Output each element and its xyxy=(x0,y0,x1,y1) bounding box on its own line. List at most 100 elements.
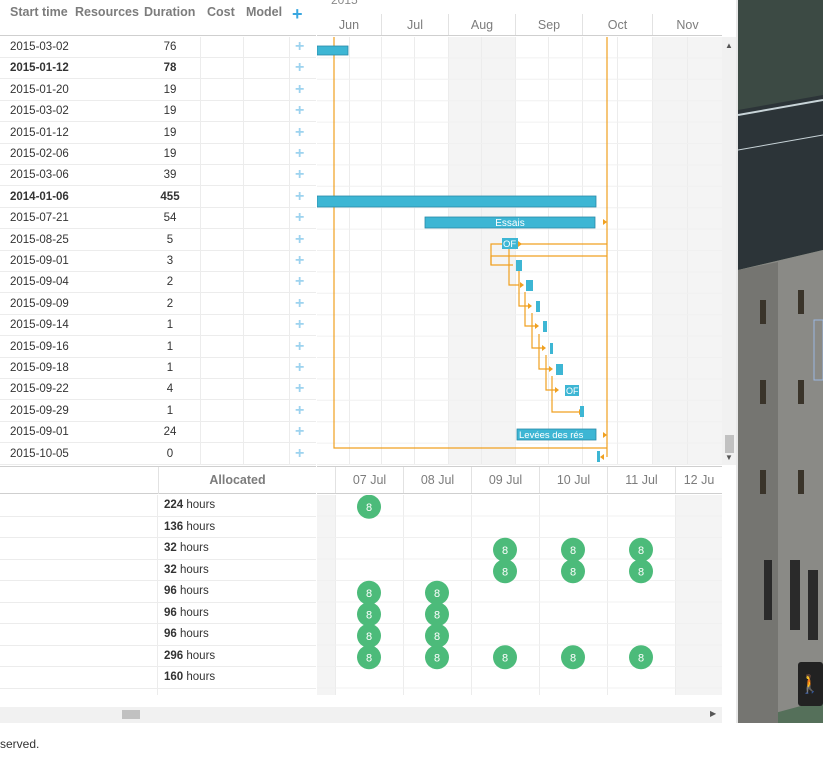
add-subtask-button[interactable]: + xyxy=(295,423,304,441)
add-subtask-button[interactable]: + xyxy=(295,166,304,184)
gantt-vertical-scrollbar[interactable]: ▲ ▼ xyxy=(722,37,736,465)
allocated-hours: 160 hours xyxy=(164,671,216,683)
table-row[interactable]: 2015-09-29 1 + xyxy=(0,401,316,422)
table-row[interactable]: 2015-09-14 1 + xyxy=(0,315,316,337)
task-label-essais: Essais xyxy=(495,218,524,229)
resource-row[interactable]: 160 hours xyxy=(0,667,316,689)
task-bar[interactable] xyxy=(580,406,584,417)
table-row[interactable]: 2014-01-06 455 + xyxy=(0,187,316,208)
resource-histogram[interactable]: 8 8 8 8 8 8 8 8 8 8 8 8 8 8 8 8 8 8 xyxy=(317,495,722,695)
add-subtask-button[interactable]: + xyxy=(295,209,304,227)
task-bar[interactable] xyxy=(556,364,563,375)
table-row[interactable]: 2015-01-20 19 + xyxy=(0,80,316,101)
task-bar[interactable] xyxy=(597,451,600,462)
gantt-chart-area[interactable]: Essais OF OF Levées des rés xyxy=(317,37,722,465)
table-row[interactable]: 2015-09-16 1 + xyxy=(0,337,316,358)
add-subtask-button[interactable]: + xyxy=(295,102,304,120)
resource-row[interactable]: 32 hours xyxy=(0,560,316,581)
add-subtask-button[interactable]: + xyxy=(295,380,304,398)
table-row[interactable]: 2015-09-09 2 + xyxy=(0,294,316,315)
add-subtask-button[interactable]: + xyxy=(295,231,304,249)
add-subtask-button[interactable]: + xyxy=(295,295,304,313)
resources-cell: 1 xyxy=(166,319,174,332)
table-row[interactable]: 2015-09-18 1 + xyxy=(0,358,316,379)
resources-cell: 1 xyxy=(166,362,174,374)
add-subtask-button[interactable]: + xyxy=(295,81,304,99)
start-time-cell: 2015-03-02 xyxy=(10,41,69,53)
add-subtask-button[interactable]: + xyxy=(295,59,304,77)
allocation-value: 8 xyxy=(366,502,372,514)
start-time-cell: 2014-01-06 xyxy=(10,190,69,203)
scrollbar-thumb[interactable] xyxy=(725,435,734,453)
start-time-cell: 2015-09-01 xyxy=(10,255,69,267)
resource-row[interactable]: 96 hours xyxy=(0,581,316,603)
resource-row[interactable]: 136 hours xyxy=(0,517,316,538)
resource-row[interactable]: 96 hours xyxy=(0,624,316,646)
table-row[interactable]: 2015-09-01 3 + xyxy=(0,251,316,272)
start-time-cell: 2015-01-12 xyxy=(10,126,69,139)
column-header-start-time[interactable]: Start time xyxy=(10,0,74,36)
add-subtask-button[interactable]: + xyxy=(295,252,304,270)
scroll-right-arrow-icon[interactable]: ▶ xyxy=(710,709,716,718)
column-header-cost[interactable]: Cost xyxy=(207,0,241,36)
add-subtask-button[interactable]: + xyxy=(295,338,304,356)
start-time-cell: 2015-03-02 xyxy=(10,105,69,118)
add-subtask-button[interactable]: + xyxy=(295,316,304,334)
resource-row[interactable]: 96 hours xyxy=(0,603,316,624)
timeline-header: 2015 Jun Jul Aug Sep Oct Nov xyxy=(317,0,722,36)
table-row[interactable]: 2015-08-25 5 + xyxy=(0,230,316,251)
scroll-up-arrow-icon[interactable]: ▲ xyxy=(725,41,733,50)
task-bar[interactable] xyxy=(516,260,522,271)
allocated-hours: 96 hours xyxy=(164,606,209,619)
add-subtask-button[interactable]: + xyxy=(295,359,304,377)
allocated-hours: 96 hours xyxy=(164,628,209,640)
add-subtask-button[interactable]: + xyxy=(295,273,304,291)
column-header-model[interactable]: Model xyxy=(246,0,290,36)
task-bar[interactable] xyxy=(543,321,547,332)
scroll-down-arrow-icon[interactable]: ▼ xyxy=(725,453,733,462)
start-time-cell: 2015-09-29 xyxy=(10,404,69,417)
start-time-cell: 2015-07-21 xyxy=(10,212,69,225)
3d-model-viewer[interactable]: 🚶 xyxy=(738,0,823,723)
start-time-cell: 2015-03-06 xyxy=(10,169,69,182)
table-row[interactable]: 2015-03-02 76 + xyxy=(0,37,316,58)
add-subtask-button[interactable]: + xyxy=(295,402,304,420)
timeline-month: Nov xyxy=(652,14,722,35)
table-row[interactable]: 2015-02-06 19 + xyxy=(0,144,316,165)
table-row[interactable]: 2015-01-12 19 + xyxy=(0,123,316,144)
resources-cell: 39 xyxy=(163,169,177,182)
resource-row[interactable]: 224 hours xyxy=(0,495,316,517)
add-subtask-button[interactable]: + xyxy=(295,38,304,56)
resource-row[interactable]: 296 hours xyxy=(0,646,316,667)
scrollbar-thumb[interactable] xyxy=(122,710,140,719)
resources-cell: 455 xyxy=(160,190,180,203)
resource-grid-header: Allocated xyxy=(0,466,316,494)
table-row[interactable]: 2015-09-01 24 + xyxy=(0,422,316,444)
task-bar[interactable] xyxy=(536,301,540,312)
table-row[interactable]: 2015-03-02 19 + xyxy=(0,101,316,123)
table-row[interactable]: 2015-10-05 0 + xyxy=(0,444,316,465)
table-row[interactable]: 2015-01-12 78 + xyxy=(0,58,316,80)
column-header-duration[interactable]: Duration xyxy=(144,0,202,36)
add-task-button[interactable]: + xyxy=(292,4,303,25)
table-row[interactable]: 2015-03-06 39 + xyxy=(0,165,316,187)
add-subtask-button[interactable]: + xyxy=(295,145,304,163)
task-bar[interactable] xyxy=(317,45,349,56)
allocated-column-header[interactable]: Allocated xyxy=(158,467,316,494)
task-label-levees: Levées des rés xyxy=(519,430,584,441)
add-subtask-button[interactable]: + xyxy=(295,445,304,463)
add-subtask-button[interactable]: + xyxy=(295,188,304,206)
resource-row[interactable]: 32 hours xyxy=(0,538,316,560)
task-bar[interactable] xyxy=(550,343,553,354)
table-row[interactable]: 2015-07-21 54 + xyxy=(0,208,316,230)
person-icon[interactable]: 🚶 xyxy=(799,673,821,695)
horizontal-scrollbar[interactable]: ▶ xyxy=(0,707,722,723)
table-row[interactable]: 2015-09-22 4 + xyxy=(0,379,316,401)
start-time-cell: 2015-09-22 xyxy=(10,383,69,396)
task-bar[interactable] xyxy=(317,195,597,208)
column-header-resources[interactable]: Resources xyxy=(75,0,145,36)
table-row[interactable]: 2015-09-04 2 + xyxy=(0,272,316,294)
resources-cell: 78 xyxy=(163,62,177,75)
add-subtask-button[interactable]: + xyxy=(295,124,304,142)
task-bar[interactable] xyxy=(526,280,533,291)
